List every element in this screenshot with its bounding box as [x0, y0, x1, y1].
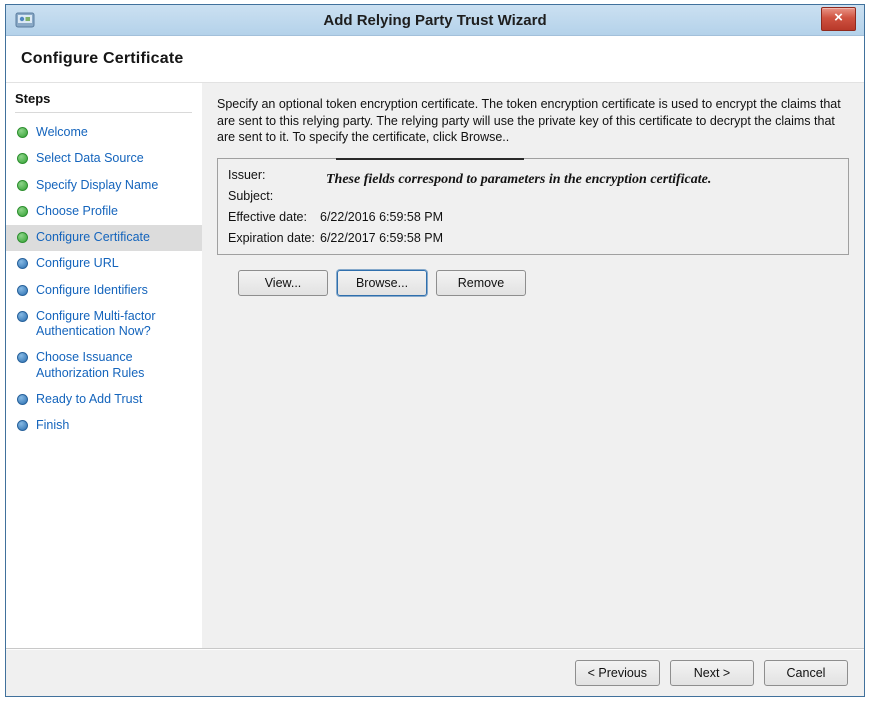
subject-label: Subject: — [228, 189, 320, 203]
certificate-panel: These fields correspond to parameters in… — [217, 158, 849, 255]
step-label: Select Data Source — [36, 151, 144, 166]
step-welcome: Welcome — [6, 120, 202, 146]
step-configure-identifiers: Configure Identifiers — [6, 278, 202, 304]
step-completed-icon — [17, 180, 28, 191]
step-upcoming-icon — [17, 285, 28, 296]
expiration-date-value: 6/22/2017 6:59:58 PM — [320, 231, 443, 245]
redaction-line — [336, 158, 524, 160]
previous-button[interactable]: < Previous — [575, 660, 660, 686]
page-header: Configure Certificate — [6, 36, 864, 83]
step-specify-display-name: Specify Display Name — [6, 173, 202, 199]
step-choose-profile: Choose Profile — [6, 199, 202, 225]
expiration-date-label: Expiration date: — [228, 231, 320, 245]
step-configure-mfa: Configure Multi-factor Authentication No… — [6, 304, 202, 346]
cancel-button[interactable]: Cancel — [764, 660, 848, 686]
step-configure-certificate: Configure Certificate — [6, 225, 202, 251]
step-completed-icon — [17, 153, 28, 164]
step-completed-icon — [17, 232, 28, 243]
issuer-label: Issuer: — [228, 168, 320, 182]
step-upcoming-icon — [17, 258, 28, 269]
title-bar: Add Relying Party Trust Wizard × — [6, 5, 864, 36]
description-text: Specify an optional token encryption cer… — [217, 96, 849, 146]
next-button[interactable]: Next > — [670, 660, 754, 686]
steps-header: Steps — [15, 91, 192, 113]
content-pane: Specify an optional token encryption cer… — [202, 83, 864, 648]
step-label: Configure Certificate — [36, 230, 150, 245]
effective-date-value: 6/22/2016 6:59:58 PM — [320, 210, 443, 224]
step-completed-icon — [17, 206, 28, 217]
step-label: Configure Multi-factor Authentication No… — [36, 309, 194, 340]
window-title: Add Relying Party Trust Wizard — [323, 12, 546, 29]
step-upcoming-icon — [17, 311, 28, 322]
step-finish: Finish — [6, 413, 202, 439]
browse-button[interactable]: Browse... — [337, 270, 427, 296]
steps-list: Welcome Select Data Source Specify Displ… — [6, 120, 202, 439]
step-label: Finish — [36, 418, 69, 433]
wizard-window: Add Relying Party Trust Wizard × Configu… — [5, 4, 865, 697]
step-choose-issuance-rules: Choose Issuance Authorization Rules — [6, 345, 202, 387]
step-upcoming-icon — [17, 394, 28, 405]
body-row: Steps Welcome Select Data Source Specify… — [6, 83, 864, 648]
steps-sidebar: Steps Welcome Select Data Source Specify… — [6, 83, 202, 648]
certificate-actions: View... Browse... Remove — [217, 270, 849, 296]
step-upcoming-icon — [17, 420, 28, 431]
annotation-note: These fields correspond to parameters in… — [326, 172, 711, 188]
close-button[interactable]: × — [821, 7, 856, 31]
step-label: Specify Display Name — [36, 178, 158, 193]
expiration-date-row: Expiration date: 6/22/2017 6:59:58 PM — [228, 231, 838, 245]
wizard-footer: < Previous Next > Cancel — [6, 648, 864, 696]
step-ready-to-add-trust: Ready to Add Trust — [6, 387, 202, 413]
view-button[interactable]: View... — [238, 270, 328, 296]
step-label: Configure Identifiers — [36, 283, 148, 298]
step-label: Choose Profile — [36, 204, 118, 219]
step-completed-icon — [17, 127, 28, 138]
page-title: Configure Certificate — [21, 50, 183, 68]
effective-date-row: Effective date: 6/22/2016 6:59:58 PM — [228, 210, 838, 224]
step-select-data-source: Select Data Source — [6, 146, 202, 172]
subject-row: Subject: — [228, 189, 838, 203]
step-configure-url: Configure URL — [6, 251, 202, 277]
step-label: Ready to Add Trust — [36, 392, 142, 407]
app-icon — [15, 10, 35, 30]
effective-date-label: Effective date: — [228, 210, 320, 224]
step-label: Welcome — [36, 125, 88, 140]
step-upcoming-icon — [17, 352, 28, 363]
step-label: Choose Issuance Authorization Rules — [36, 350, 194, 381]
step-label: Configure URL — [36, 256, 119, 271]
remove-button[interactable]: Remove — [436, 270, 526, 296]
